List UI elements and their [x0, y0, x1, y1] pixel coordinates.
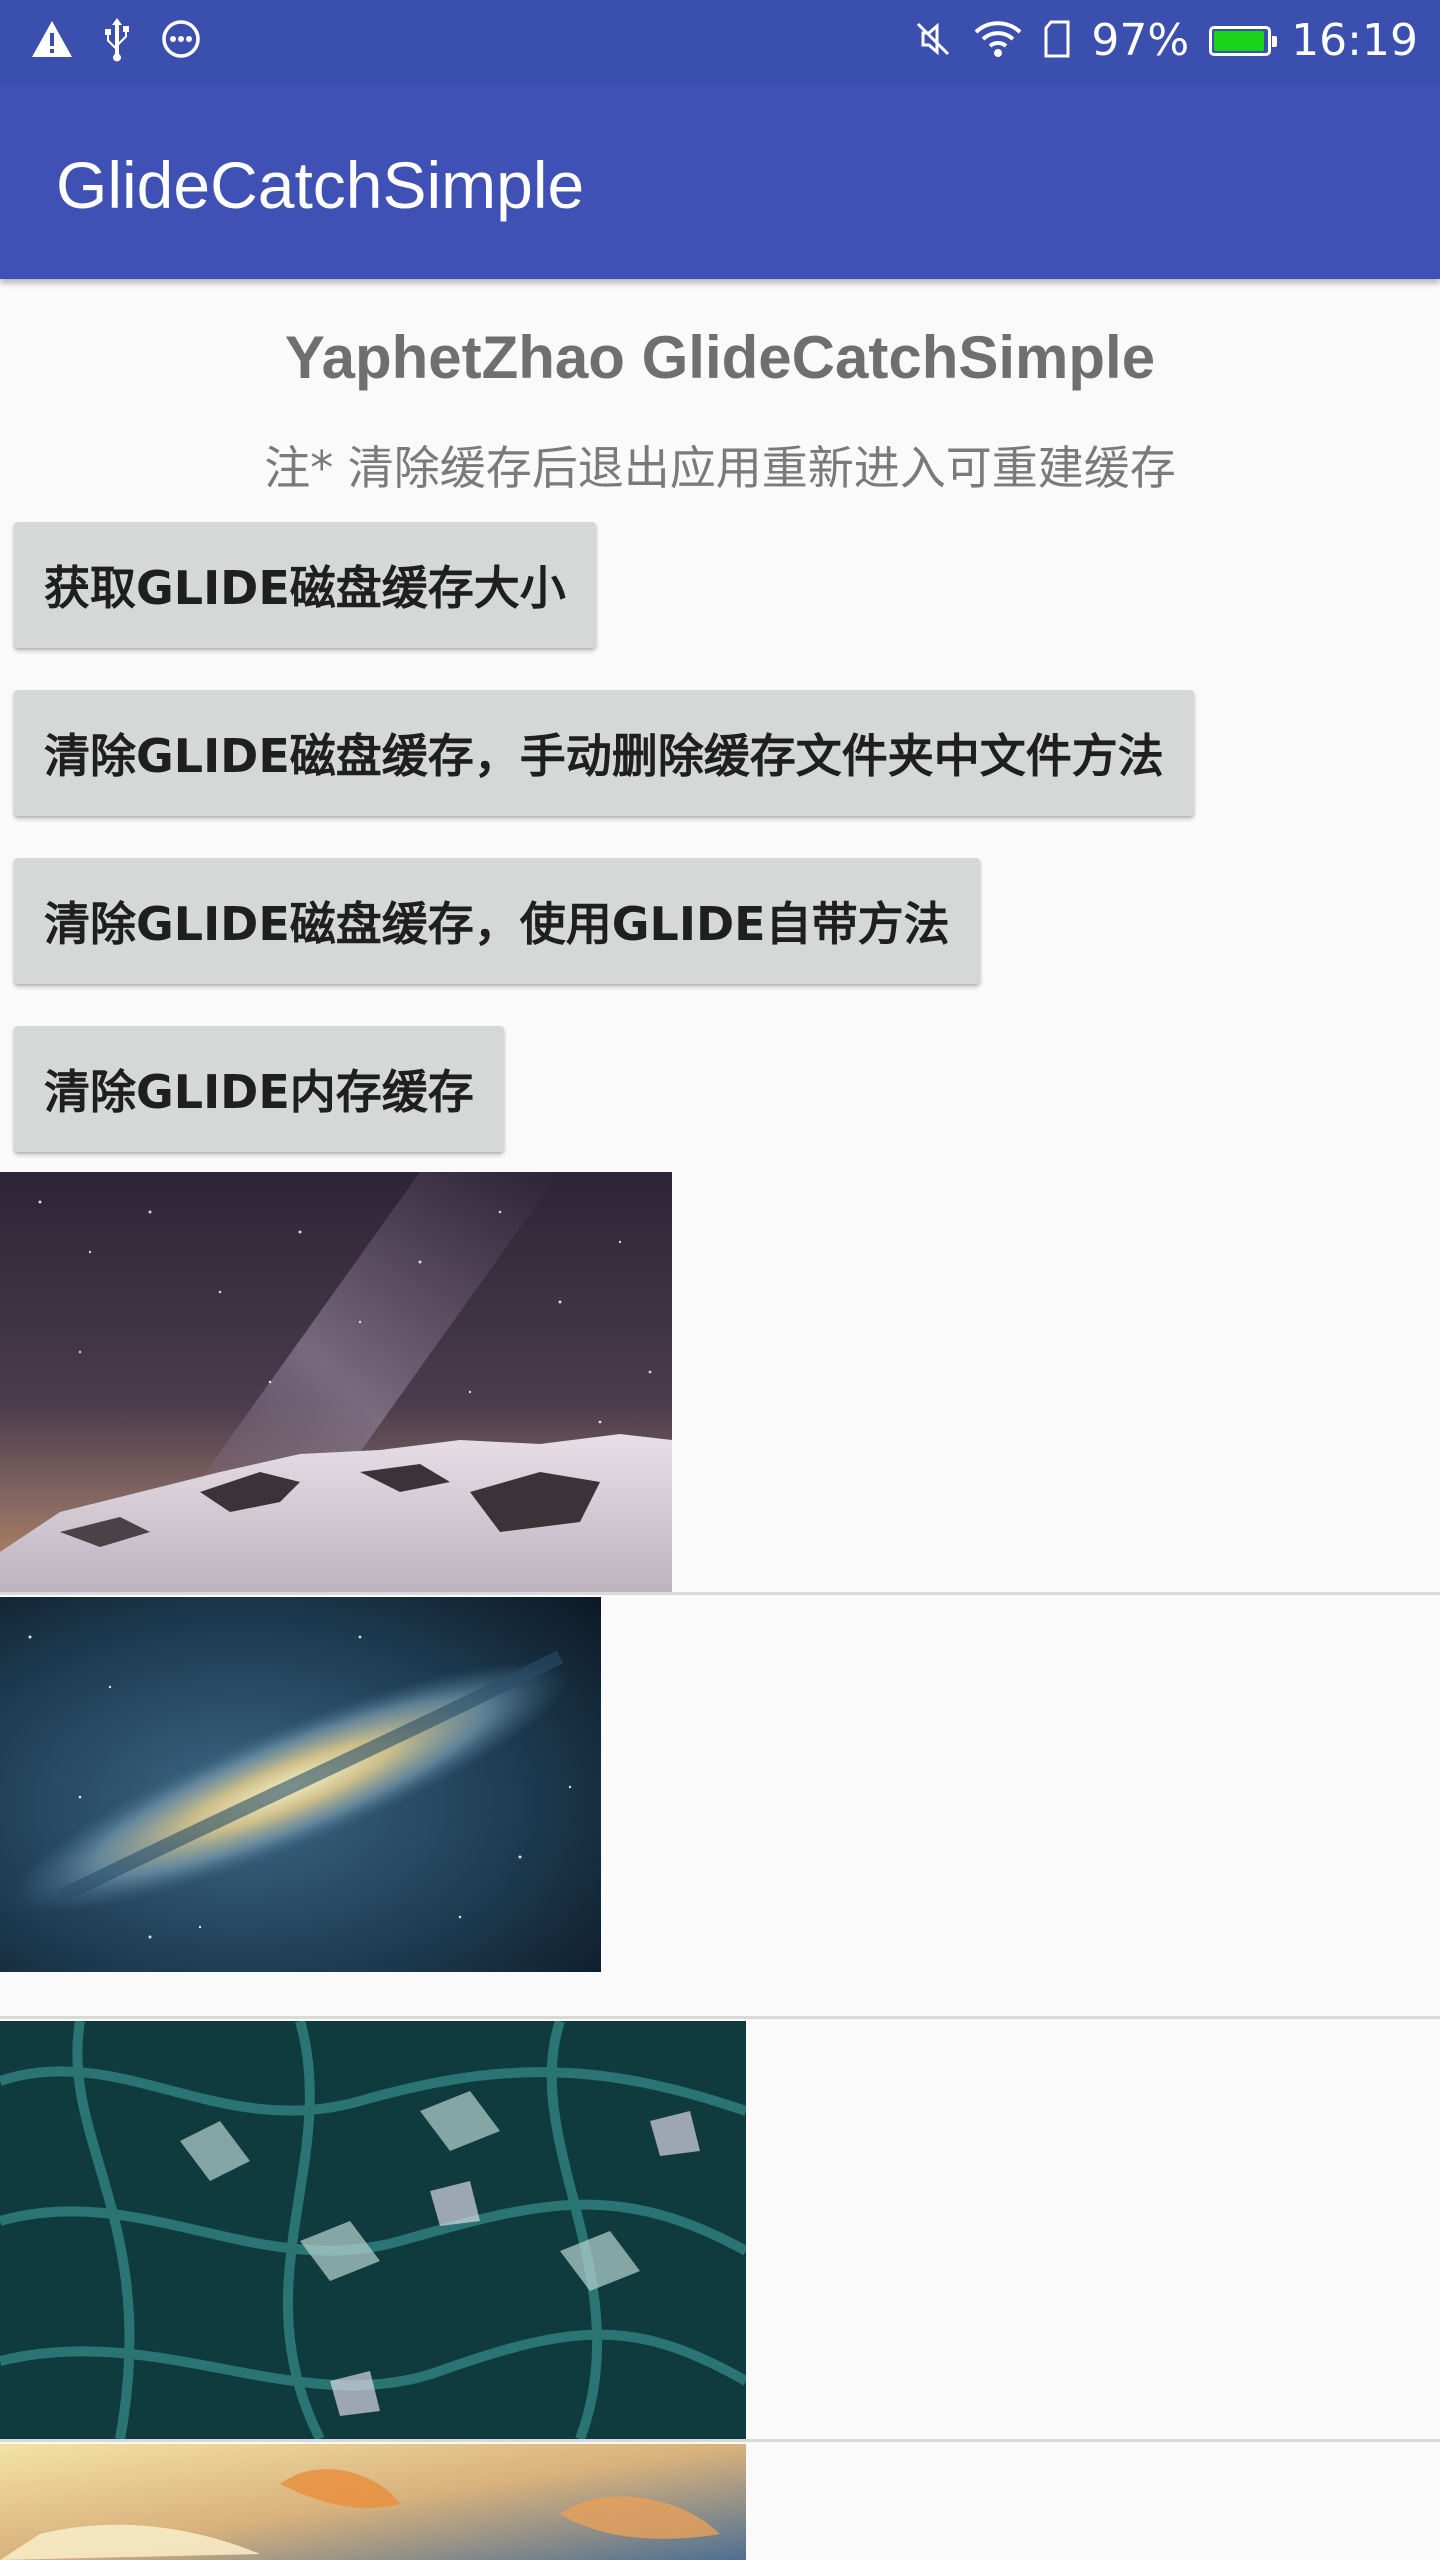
battery-percent: 97% — [1091, 15, 1190, 66]
wifi-icon — [973, 19, 1023, 63]
list-divider — [0, 2016, 1440, 2019]
list-divider — [0, 2439, 1440, 2442]
app-title: GlideCatchSimple — [56, 148, 585, 222]
clock: 16:19 — [1291, 15, 1418, 66]
screen: 97% 16:19 GlideCatchSimple YaphetZhao Gl… — [0, 0, 1440, 2560]
list-divider — [0, 1592, 1440, 1595]
cache-note: 注* 清除缓存后退出应用重新进入可重建缓存 — [264, 441, 1176, 495]
battery-nub — [1272, 36, 1278, 47]
list-image-fractal — [0, 2021, 746, 2439]
clear-disk-cache-glide-button[interactable]: 清除GLIDE磁盘缓存，使用GLIDE自带方法 — [14, 858, 980, 984]
battery-icon — [1209, 26, 1278, 56]
get-disk-cache-size-button[interactable]: 获取GLIDE磁盘缓存大小 — [14, 522, 596, 648]
list-image-sunset — [0, 2444, 746, 2560]
battery-fill — [1214, 31, 1265, 51]
clear-disk-cache-manual-button[interactable]: 清除GLIDE磁盘缓存，手动删除缓存文件夹中文件方法 — [14, 690, 1194, 816]
mute-icon — [913, 19, 953, 63]
page-title: YaphetZhao GlideCatchSimple — [284, 324, 1156, 391]
list-image-galaxy — [0, 1597, 601, 1972]
status-bar: 97% 16:19 — [0, 0, 1440, 83]
list-image-starry-sky — [0, 1172, 672, 1592]
sim-icon — [1043, 19, 1071, 63]
usb-icon — [100, 16, 134, 66]
warning-icon — [30, 19, 74, 63]
app-bar: GlideCatchSimple — [0, 83, 1440, 279]
more-icon — [160, 18, 202, 64]
clear-memory-cache-button[interactable]: 清除GLIDE内存缓存 — [14, 1026, 504, 1152]
